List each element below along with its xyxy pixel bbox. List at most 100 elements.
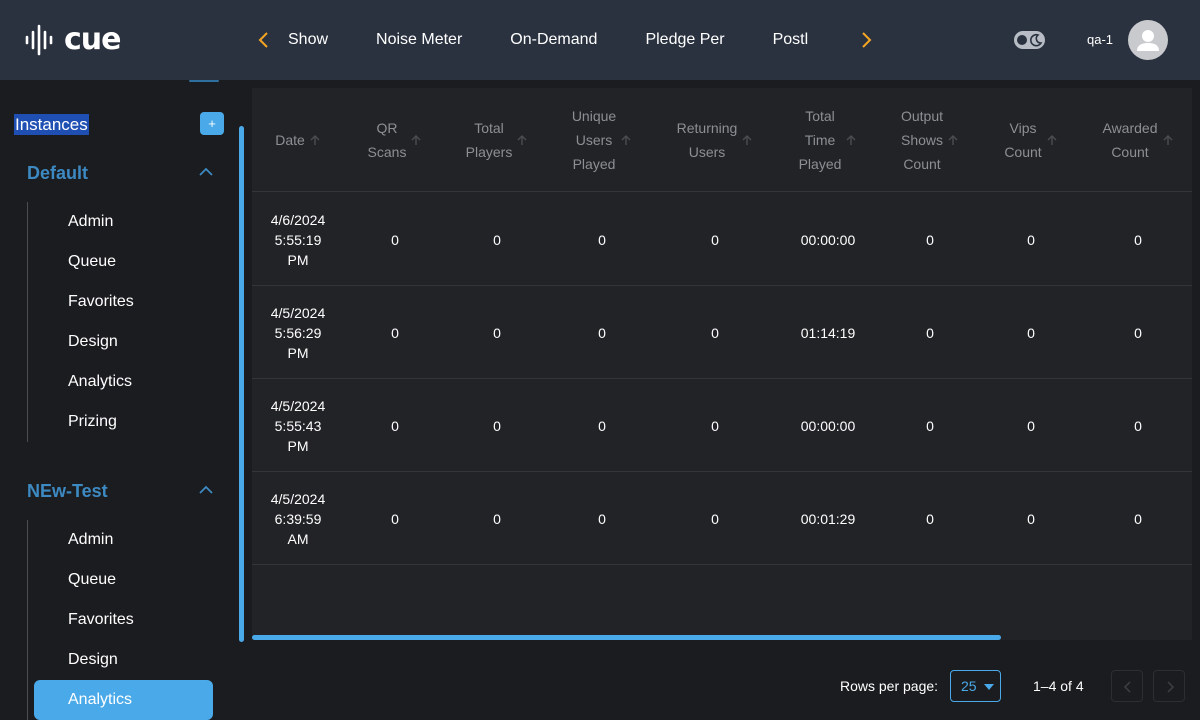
column-header-line: Total	[805, 108, 835, 124]
sort-arrow-up-icon[interactable]	[410, 134, 422, 146]
sidebar-item-admin[interactable]: Admin	[68, 212, 113, 232]
rows-per-page-select[interactable]: 25	[950, 670, 1001, 702]
group-title-default[interactable]: Default	[27, 163, 88, 184]
column-header-line: Scans	[367, 144, 407, 160]
tab-pledge-per[interactable]: Pledge Per	[645, 0, 724, 80]
cell-output-shows-count: 0	[926, 231, 934, 248]
cell-date-line: 4/5/2024	[270, 397, 326, 414]
column-header-line: Players	[465, 144, 513, 160]
sort-arrow-up-icon[interactable]	[741, 134, 753, 146]
cell-total-players: 0	[493, 417, 501, 434]
cell-date: 4/6/2024 5:55:19 PM	[258, 193, 338, 286]
cell-returning-users: 0	[711, 324, 719, 341]
cell-date: 4/5/2024 6:39:59 AM	[258, 472, 338, 565]
sort-arrow-up-icon[interactable]	[620, 134, 632, 146]
column-header-line: Returning	[676, 120, 738, 136]
tab-show[interactable]: Show	[288, 0, 328, 80]
sort-arrow-up-icon[interactable]	[845, 134, 857, 146]
column-header-label: Output Shows Count	[901, 104, 943, 176]
cell-vips-count: 0	[1027, 510, 1035, 527]
cell-date-lines: 4/5/2024 6:39:59 AM	[271, 489, 326, 549]
sidebar-item-analytics[interactable]: Analytics	[68, 372, 132, 392]
group-title-new-test[interactable]: NEw-Test	[27, 481, 108, 502]
column-header-label: Date	[275, 128, 305, 152]
table-row[interactable]: 4/6/2024 5:55:19 PM 0 0 0 0 00:00:00 0 0 0	[252, 193, 1192, 286]
cell-unique-users-played: 0	[598, 510, 606, 527]
table-row[interactable]: 4/5/2024 6:39:59 AM 0 0 0 0 00:01:29 0 0 0	[252, 472, 1192, 565]
sidebar-item-queue[interactable]: Queue	[68, 570, 116, 590]
sort-arrow-up-icon[interactable]	[1162, 134, 1174, 146]
column-header-returning-users[interactable]: Returning Users	[655, 88, 775, 192]
caret-down-icon	[984, 684, 994, 690]
table-horizontal-scrollbar[interactable]	[252, 635, 1001, 640]
column-header-line: Count	[1004, 144, 1042, 160]
column-header-awarded-count[interactable]: Awarded Count	[1083, 88, 1192, 192]
column-header-date[interactable]: Date	[258, 88, 338, 192]
cell-date-line: PM	[287, 344, 309, 361]
logo-text: cue	[64, 22, 121, 57]
sort-arrow-up-icon[interactable]	[1046, 134, 1058, 146]
cell-date-line: 5:55:19	[274, 231, 322, 248]
column-header-label: Vips Count	[1004, 116, 1041, 164]
cell-vips-count: 0	[1027, 231, 1035, 248]
sidebar-item-design[interactable]: Design	[68, 650, 118, 670]
column-header-output-shows-count[interactable]: Output Shows Count	[880, 88, 980, 192]
column-header-label: Awarded Count	[1102, 116, 1157, 164]
tab-noise-meter[interactable]: Noise Meter	[376, 0, 462, 80]
chevron-right-icon	[1167, 681, 1175, 693]
chevron-right-icon	[862, 32, 872, 48]
cell-date-line: 6:39:59	[274, 510, 322, 527]
tab-postl[interactable]: Postl	[773, 0, 809, 80]
user-icon	[1137, 30, 1159, 51]
sidebar-item-analytics-active[interactable]: Analytics	[34, 680, 213, 720]
sort-arrow-up-icon[interactable]	[516, 134, 528, 146]
cue-logo[interactable]: cue	[24, 23, 121, 57]
column-header-unique-users-played[interactable]: Unique Users Played	[547, 88, 657, 192]
avatar[interactable]	[1128, 20, 1168, 60]
sidebar-top-divider	[189, 80, 219, 82]
column-header-vips-count[interactable]: Vips Count	[986, 88, 1076, 192]
cell-unique-users-played: 0	[598, 231, 606, 248]
column-header-total-time-played[interactable]: Total Time Played	[783, 88, 873, 192]
column-header-line: Time	[804, 132, 836, 148]
column-header-line: Awarded	[1102, 120, 1158, 136]
add-instance-button[interactable]: +	[200, 112, 224, 135]
table-row[interactable]: 4/5/2024 5:55:43 PM 0 0 0 0 00:00:00 0 0 0	[252, 379, 1192, 472]
table-row[interactable]: 4/5/2024 5:56:29 PM 0 0 0 0 01:14:19 0 0 0	[252, 286, 1192, 379]
cell-date-line: PM	[287, 251, 309, 268]
column-header-line: Unique	[571, 108, 617, 124]
column-header-label: QR Scans	[368, 116, 407, 164]
cell-vips-count: 0	[1027, 324, 1035, 341]
chevron-up-icon[interactable]	[198, 167, 214, 177]
rows-per-page-value: 25	[961, 678, 977, 694]
sort-arrow-up-icon[interactable]	[309, 134, 321, 146]
cell-date-line: 4/6/2024	[270, 211, 326, 228]
cell-total-players: 0	[493, 231, 501, 248]
cell-total-players: 0	[493, 510, 501, 527]
sidebar-item-admin[interactable]: Admin	[68, 530, 113, 550]
column-header-qr-scans[interactable]: QR Scans	[350, 88, 440, 192]
sidebar-item-favorites[interactable]: Favorites	[68, 610, 134, 630]
cell-total-players: 0	[493, 324, 501, 341]
tabs-scroll-left-button[interactable]	[252, 28, 276, 52]
next-page-button[interactable]	[1153, 670, 1185, 702]
cell-date-line: PM	[287, 437, 309, 454]
sidebar-item-design[interactable]: Design	[68, 332, 118, 352]
column-header-line: Output	[900, 108, 944, 124]
cell-date-line: 5:55:43	[274, 417, 322, 434]
sidebar-item-label: Analytics	[68, 691, 133, 708]
tabs-scroll-right-button[interactable]	[854, 28, 878, 52]
column-header-line: Vips	[1009, 120, 1037, 136]
sidebar-item-queue[interactable]: Queue	[68, 252, 116, 272]
sidebar-item-favorites[interactable]: Favorites	[68, 292, 134, 312]
tab-on-demand[interactable]: On-Demand	[510, 0, 597, 80]
chevron-up-icon[interactable]	[198, 485, 214, 495]
column-header-total-players[interactable]: Total Players	[447, 88, 547, 192]
sort-arrow-up-icon[interactable]	[947, 134, 959, 146]
nav-tabs: Show Noise Meter On-Demand Pledge Per Postl	[288, 0, 842, 80]
column-header-label: Total Time Played	[799, 104, 842, 176]
sidebar-item-prizing[interactable]: Prizing	[68, 412, 117, 432]
chevron-left-icon	[1123, 681, 1131, 693]
dark-mode-toggle[interactable]	[1014, 31, 1045, 49]
previous-page-button[interactable]	[1111, 670, 1143, 702]
